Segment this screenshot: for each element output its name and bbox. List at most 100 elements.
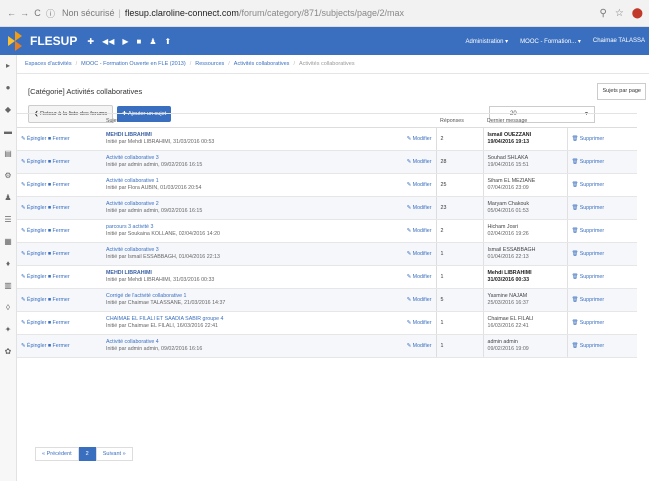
pin-button[interactable]: ✎ Épingler	[21, 182, 46, 188]
rewind-icon[interactable]: ◀◀	[102, 37, 114, 46]
info-icon[interactable]: ⓘ	[45, 7, 56, 20]
pin-button[interactable]: ✎ Épingler	[21, 251, 46, 257]
edit-button[interactable]: ✎ Modifier	[388, 196, 437, 220]
prev-page[interactable]: « Précédent	[35, 447, 79, 461]
grid-view-icon[interactable]: ▦	[0, 231, 16, 253]
user-menu[interactable]: Chaimae TALASSA	[593, 38, 645, 45]
close-button[interactable]: ■ Fermer	[48, 159, 70, 165]
subject-link[interactable]: MEHDI LIBRAHIMI	[106, 132, 388, 139]
pin-button[interactable]: ✎ Épingler	[21, 274, 46, 280]
close-button[interactable]: ■ Fermer	[48, 297, 70, 303]
subject-link[interactable]: Activité collaborative 2	[106, 201, 388, 208]
delete-button[interactable]: 🗑 Supprimer	[566, 127, 637, 151]
edit-button[interactable]: ✎ Modifier	[388, 242, 437, 266]
trophy-icon[interactable]: ♦	[0, 253, 16, 275]
briefcase-icon[interactable]: ▬	[0, 121, 16, 143]
plus-icon[interactable]: ✚	[87, 37, 94, 46]
close-button[interactable]: ■ Fermer	[48, 274, 70, 280]
delete-button[interactable]: 🗑 Supprimer	[566, 196, 637, 220]
subject-cell: CHAIMAE EL FILALI ET SAADIA SABIR groupe…	[102, 311, 388, 335]
table-row: ✎ Épingler ■ Fermer Corrigé de l'activité…	[17, 288, 637, 312]
workspace-menu[interactable]: MOOC - Formation... ▾	[520, 38, 581, 45]
pin-button[interactable]: ✎ Épingler	[21, 228, 46, 234]
close-button[interactable]: ■ Fermer	[48, 136, 70, 142]
delete-button[interactable]: 🗑 Supprimer	[566, 173, 637, 197]
subject-link[interactable]: MEHDI LIBRAHIMI	[106, 270, 388, 277]
close-button[interactable]: ■ Fermer	[48, 320, 70, 326]
admin-menu[interactable]: Administration ▾	[465, 38, 508, 45]
chart-icon[interactable]: ▥	[0, 275, 16, 297]
brand-name[interactable]: FLESUP	[30, 34, 77, 48]
subject-link[interactable]: CHAIMAE EL FILALI ET SAADIA SABIR groupe…	[106, 316, 388, 323]
list-icon[interactable]: ☰	[0, 209, 16, 231]
dashboard-icon[interactable]: ◆	[0, 99, 16, 121]
sidebar-toggle-icon[interactable]: ▸	[0, 55, 16, 77]
delete-button[interactable]: 🗑 Supprimer	[566, 150, 637, 174]
delete-button[interactable]: 🗑 Supprimer	[566, 219, 637, 243]
reload-icon[interactable]: C	[32, 8, 43, 18]
close-button[interactable]: ■ Fermer	[48, 182, 70, 188]
last-date: 07/04/2016 23:09	[487, 185, 529, 191]
delete-button[interactable]: 🗑 Supprimer	[566, 334, 637, 358]
edit-button[interactable]: ✎ Modifier	[388, 150, 437, 174]
left-sidebar: ▸ ● ◆ ▬ ▤ ⚙ ♟ ☰ ▦ ♦ ▥ ◊ ✦ ✿	[0, 55, 17, 481]
subject-link[interactable]: Activité collaborative 3	[106, 155, 388, 162]
breadcrumb-item[interactable]: Activités collaboratives	[234, 61, 290, 67]
user-icon[interactable]: ♟	[0, 187, 16, 209]
play-icon[interactable]: ▶	[122, 37, 128, 46]
current-page[interactable]: 2	[78, 447, 96, 461]
pin-button[interactable]: ✎ Épingler	[21, 297, 46, 303]
edit-button[interactable]: ✎ Modifier	[388, 288, 437, 312]
users-icon[interactable]: ♟	[149, 37, 156, 46]
extension-icon[interactable]: ⬤	[632, 8, 643, 19]
delete-button[interactable]: 🗑 Supprimer	[566, 265, 637, 289]
flesup-logo-icon[interactable]	[6, 30, 24, 52]
last-author: Maryam Chakouk	[487, 201, 530, 208]
team-icon[interactable]: ✿	[0, 341, 16, 363]
edit-button[interactable]: ✎ Modifier	[388, 127, 437, 151]
calendar-icon[interactable]: ▤	[0, 143, 16, 165]
subject-link[interactable]: Activité collaborative 4	[106, 339, 388, 346]
breadcrumb-item[interactable]: MOOC - Formation Ouverte en FLE (2013)	[81, 61, 186, 67]
badge-icon[interactable]: ◊	[0, 297, 16, 319]
row-actions: ✎ Épingler ■ Fermer	[17, 288, 102, 312]
subject-link[interactable]: parcours 3 activité 3	[106, 224, 388, 231]
delete-button[interactable]: 🗑 Supprimer	[566, 288, 637, 312]
page-title: [Catégorie] Activités collaboratives	[28, 87, 143, 96]
subject-link[interactable]: Activité collaborative 1	[106, 178, 388, 185]
forward-arrow-icon[interactable]: →	[19, 8, 30, 18]
col-replies: Réponses	[436, 113, 483, 128]
upload-icon[interactable]: ⬆	[165, 37, 172, 46]
grid-icon[interactable]: ■	[137, 37, 142, 46]
zoom-icon[interactable]: ⚲	[600, 8, 607, 19]
pin-button[interactable]: ✎ Épingler	[21, 136, 46, 142]
next-page[interactable]: Suivant »	[95, 447, 133, 461]
edit-button[interactable]: ✎ Modifier	[388, 334, 437, 358]
edit-button[interactable]: ✎ Modifier	[388, 219, 437, 243]
edit-button[interactable]: ✎ Modifier	[388, 311, 437, 335]
home-icon[interactable]: ●	[0, 77, 16, 99]
subject-link[interactable]: Activité collaborative 3	[106, 247, 388, 254]
pin-button[interactable]: ✎ Épingler	[21, 159, 46, 165]
close-button[interactable]: ■ Fermer	[48, 228, 70, 234]
delete-button[interactable]: 🗑 Supprimer	[566, 242, 637, 266]
pin-button[interactable]: ✎ Épingler	[21, 343, 46, 349]
edit-button[interactable]: ✎ Modifier	[388, 173, 437, 197]
delete-button[interactable]: 🗑 Supprimer	[566, 311, 637, 335]
breadcrumb-item[interactable]: Ressources	[195, 61, 224, 67]
edit-button[interactable]: ✎ Modifier	[388, 265, 437, 289]
back-arrow-icon[interactable]: ←	[6, 8, 17, 18]
url-field[interactable]: Non sécurisé | flesup.claroline-connect.co…	[62, 8, 600, 18]
pin-button[interactable]: ✎ Épingler	[21, 320, 46, 326]
breadcrumb-item[interactable]: Espaces d'activités	[25, 61, 72, 67]
per-page-button[interactable]: Sujets par page	[597, 83, 646, 100]
star-icon[interactable]: ☆	[615, 8, 624, 19]
pin-icon[interactable]: ✦	[0, 319, 16, 341]
settings-icon[interactable]: ⚙	[0, 165, 16, 187]
close-button[interactable]: ■ Fermer	[48, 205, 70, 211]
close-button[interactable]: ■ Fermer	[48, 343, 70, 349]
pin-button[interactable]: ✎ Épingler	[21, 205, 46, 211]
replies-count: 2	[436, 219, 484, 243]
close-button[interactable]: ■ Fermer	[48, 251, 70, 257]
subject-link[interactable]: Corrigé de l'activité collaborative 1	[106, 293, 388, 300]
